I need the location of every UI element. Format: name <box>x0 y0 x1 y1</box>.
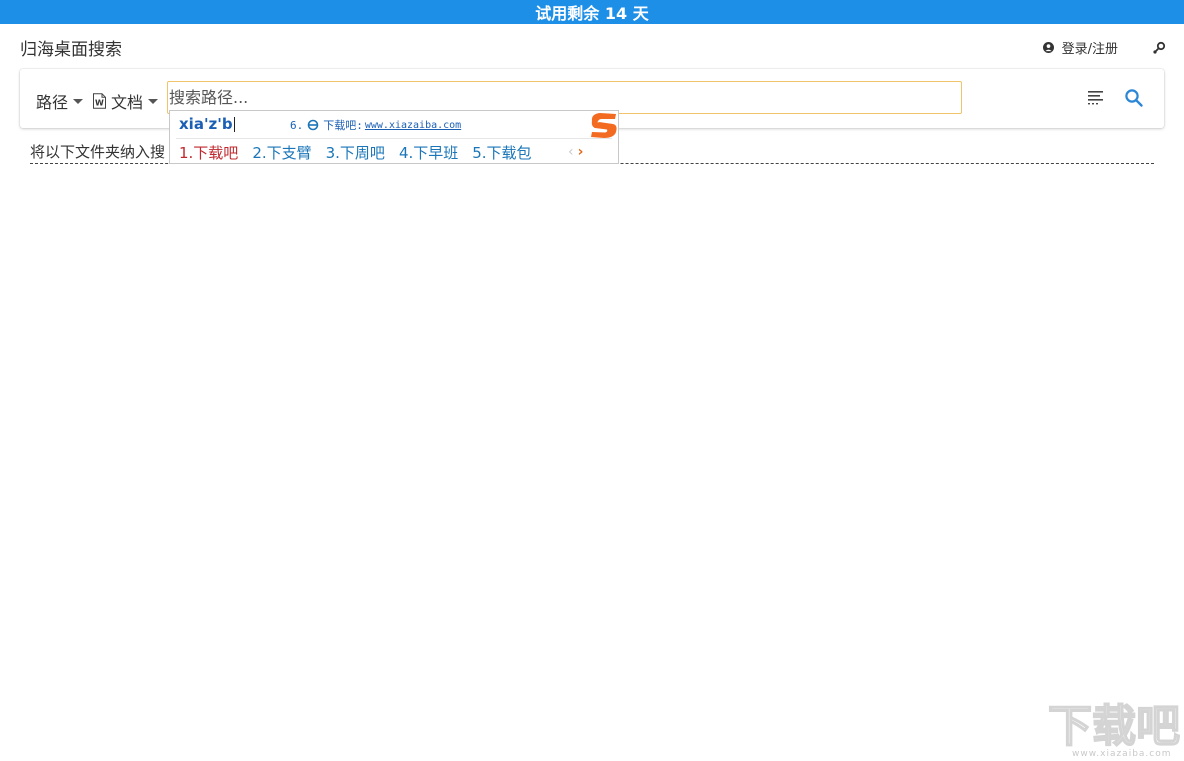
login-label: 登录/注册 <box>1061 42 1118 57</box>
ime-candidate[interactable]: 5.下载包 <box>472 142 531 163</box>
file-type-label: 文档 <box>111 93 144 112</box>
watermark-logo: 下载吧 <box>1046 697 1180 749</box>
text-cursor <box>233 117 235 132</box>
ime-composition-text: xia'z'b <box>179 115 233 133</box>
ime-hint-url[interactable]: www.xiazaiba.com <box>365 120 461 131</box>
header-actions: 登录/注册 <box>1042 38 1166 57</box>
ime-candidate[interactable]: 3.下周吧 <box>326 142 385 163</box>
ime-web-suggestion[interactable]: 6. 下载吧: www.xiazaiba.com <box>290 117 461 133</box>
ime-candidates: 1.下载吧 2.下支臂 3.下周吧 4.下早班 5.下载包 <box>179 142 546 163</box>
svg-text:W: W <box>95 99 104 108</box>
file-type-dropdown[interactable]: W 文档 <box>92 89 159 113</box>
ime-hint-text: 下载吧: <box>323 119 363 132</box>
word-document-icon: W <box>92 93 107 109</box>
search-icon[interactable] <box>1124 88 1144 108</box>
ime-composition: xia'z'b <box>179 115 235 133</box>
watermark-url: www.xiazaiba.com <box>1072 749 1172 759</box>
list-options-icon[interactable] <box>1088 90 1104 105</box>
caret-down-icon <box>148 98 159 104</box>
ime-candidate[interactable]: 2.下支臂 <box>252 142 311 163</box>
sogou-logo-icon <box>588 111 620 141</box>
ime-prev-page-button[interactable]: ‹ <box>568 144 574 160</box>
ime-candidate[interactable]: 1.下载吧 <box>179 142 238 163</box>
path-dropdown[interactable]: 路径 <box>36 89 84 113</box>
login-button[interactable]: 登录/注册 <box>1042 38 1118 57</box>
app-title: 归海桌面搜索 <box>20 40 122 60</box>
trial-banner: 试用剩余 14 天 <box>0 0 1184 24</box>
indexed-folders-label: 将以下文件夹纳入搜 <box>30 143 166 161</box>
watermark-text: 下载吧 <box>1048 701 1180 749</box>
browser-e-icon <box>307 119 319 131</box>
user-icon <box>1042 42 1054 53</box>
trial-banner-text: 试用剩余 14 天 <box>535 4 649 23</box>
ime-hint-index: 6. <box>290 118 304 132</box>
ime-candidate-popup: xia'z'b 6. 下载吧: www.xiazaiba.com 1.下载吧 2… <box>169 110 619 164</box>
ime-next-page-button[interactable]: › <box>578 144 584 160</box>
path-dropdown-label: 路径 <box>36 93 69 112</box>
ime-divider <box>176 138 612 139</box>
settings-key-icon[interactable] <box>1152 41 1166 55</box>
ime-candidate[interactable]: 4.下早班 <box>399 142 458 163</box>
caret-down-icon <box>73 98 84 104</box>
ime-page-nav: ‹ › <box>568 144 583 160</box>
